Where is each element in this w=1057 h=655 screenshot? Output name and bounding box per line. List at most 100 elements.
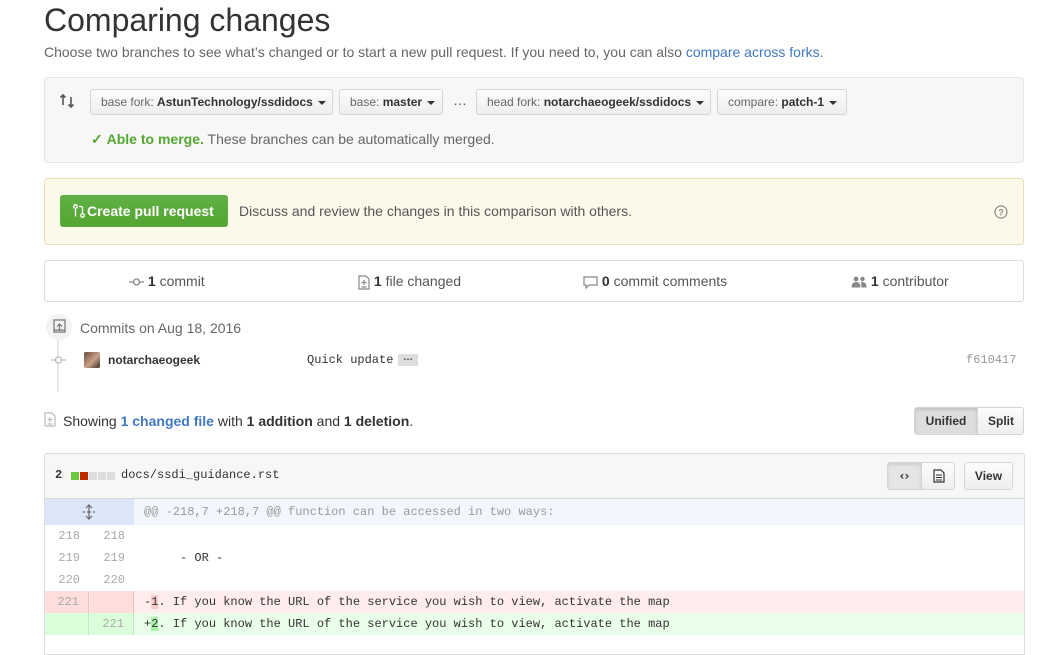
- author-avatar[interactable]: [84, 352, 100, 368]
- commit-row: notarchaeogeek Quick update … f610417: [0, 348, 1057, 372]
- diff-line: 218 218: [45, 525, 1024, 547]
- contributors-count: 1: [870, 273, 879, 289]
- old-line-number[interactable]: [45, 613, 89, 635]
- chevron-down-icon: [829, 100, 838, 105]
- file-diff-icon: [44, 412, 56, 427]
- diff-summary: Showing 1 changed file with 1 addition a…: [63, 413, 413, 429]
- diff-summary-and: and: [316, 413, 341, 429]
- repo-push-icon: [53, 319, 66, 333]
- head-fork-label: head fork:: [487, 95, 541, 109]
- merge-status: ✓ Able to merge. These branches can be a…: [91, 131, 495, 148]
- new-line-number[interactable]: 218: [90, 525, 134, 547]
- files-count: 1: [373, 273, 382, 289]
- base-branch-select[interactable]: base: master: [339, 89, 443, 115]
- diff-line-text: +2. If you know the URL of the service y…: [134, 613, 670, 635]
- create-pr-box: Create pull request Discuss and review t…: [44, 178, 1024, 245]
- commit-message[interactable]: Quick update: [307, 353, 393, 367]
- diff-summary-end: .: [409, 413, 414, 429]
- unfold-icon: [83, 504, 95, 520]
- file-text-icon: [933, 469, 945, 483]
- new-line-number[interactable]: 220: [90, 569, 134, 591]
- chevron-down-icon: [317, 100, 326, 105]
- rich-view-button[interactable]: [921, 462, 955, 490]
- base-fork-label: base fork:: [101, 95, 154, 109]
- files-summary[interactable]: 1 file changed: [358, 261, 461, 301]
- compare-value: patch-1: [781, 95, 825, 109]
- compare-branch-select[interactable]: compare: patch-1: [717, 89, 847, 115]
- contributors-summary[interactable]: 1 contributor: [851, 261, 949, 301]
- subtitle-end: .: [819, 44, 824, 60]
- diff-line-content: . If you know the URL of the service you…: [158, 617, 670, 631]
- code-icon: ‹›: [899, 469, 910, 483]
- chevron-down-icon: [696, 100, 705, 105]
- new-line-number[interactable]: 219: [90, 547, 134, 569]
- new-line-number[interactable]: [90, 591, 134, 613]
- commit-icon: [51, 356, 66, 364]
- diff-line: 220 220: [45, 569, 1024, 591]
- commit-sha[interactable]: f610417: [966, 353, 1016, 367]
- hunk-header-row: @@ -218,7 +218,7 @@ function can be acce…: [45, 499, 1024, 525]
- comments-count: 0: [601, 273, 610, 289]
- base-fork-value: AstunTechnology/ssdidocs: [157, 95, 313, 109]
- diff-line-deletion: 221 -1. If you know the URL of the servi…: [45, 591, 1024, 613]
- commit-author[interactable]: notarchaeogeek: [108, 353, 200, 367]
- file-header: 2 docs/ssdi_guidance.rst ‹› View: [45, 454, 1024, 499]
- hunk-header-text: @@ -218,7 +218,7 @@ function can be acce…: [144, 505, 555, 519]
- new-line-number[interactable]: 221: [90, 613, 134, 635]
- files-label: file changed: [385, 273, 462, 289]
- chevron-down-icon: [427, 100, 436, 105]
- old-line-number[interactable]: 221: [45, 591, 89, 613]
- commits-date-badge: [46, 314, 72, 340]
- diff-view-toggle: Unified Split: [914, 407, 1024, 435]
- changed-files-link[interactable]: 1 changed file: [121, 413, 214, 429]
- old-line-number[interactable]: 218: [45, 525, 89, 547]
- commit-expand-button[interactable]: …: [398, 353, 418, 366]
- comment-icon: [583, 276, 598, 290]
- page-subtitle: Choose two branches to see what’s change…: [44, 44, 824, 60]
- create-pull-request-label: Create pull request: [87, 203, 214, 219]
- unified-view-button[interactable]: Unified: [915, 408, 977, 434]
- split-view-button[interactable]: Split: [977, 408, 1023, 434]
- diff-line: 219 219 - OR -: [45, 547, 1024, 569]
- check-icon: ✓: [91, 131, 103, 147]
- old-line-number[interactable]: 220: [45, 569, 89, 591]
- file-path[interactable]: docs/ssdi_guidance.rst: [121, 468, 279, 482]
- compare-across-forks-link[interactable]: compare across forks: [686, 44, 820, 60]
- commits-summary[interactable]: 1 commit: [129, 261, 205, 301]
- old-line-number[interactable]: 219: [45, 547, 89, 569]
- file-diff-icon: [358, 275, 370, 290]
- commits-count: 1: [147, 273, 156, 289]
- diff-summary-showing: Showing: [63, 413, 117, 429]
- head-fork-select[interactable]: head fork: notarchaeogeek/ssdidocs: [476, 89, 711, 115]
- diff-summary-with: with: [217, 413, 243, 429]
- diff-line-addition: 221 +2. If you know the URL of the servi…: [45, 613, 1024, 635]
- question-icon[interactable]: ?: [994, 205, 1008, 219]
- base-fork-select[interactable]: base fork: AstunTechnology/ssdidocs: [90, 89, 333, 115]
- compare-arrows-icon: [59, 93, 75, 109]
- file-diff: 2 docs/ssdi_guidance.rst ‹› View @@ -218…: [44, 453, 1025, 655]
- git-pull-request-icon: [73, 204, 85, 218]
- source-view-button[interactable]: ‹›: [887, 462, 922, 490]
- page-title: Comparing changes: [44, 2, 331, 38]
- comments-label: commit comments: [613, 273, 728, 289]
- range-ellipsis: …: [453, 92, 467, 108]
- merge-status-text: These branches can be automatically merg…: [207, 131, 495, 147]
- view-file-button[interactable]: View: [964, 462, 1013, 490]
- additions-count: 1 addition: [246, 413, 313, 429]
- base-label: base:: [350, 95, 380, 109]
- contributors-label: contributor: [882, 273, 949, 289]
- compare-label: compare:: [728, 95, 779, 109]
- comments-summary[interactable]: 0 commit comments: [583, 261, 727, 301]
- svg-text:?: ?: [998, 208, 1004, 218]
- diff-line-content: . If you know the URL of the service you…: [158, 595, 670, 609]
- head-fork-value: notarchaeogeek/ssdidocs: [543, 95, 692, 109]
- commit-icon: [129, 278, 144, 286]
- range-editor: base fork: AstunTechnology/ssdidocs base…: [44, 77, 1024, 163]
- numbers-summary: 1 commit 1 file changed 0 commit comment…: [44, 260, 1024, 302]
- base-value: master: [382, 95, 423, 109]
- subtitle-text: Choose two branches to see what’s change…: [44, 44, 682, 60]
- merge-status-label: Able to merge.: [106, 131, 204, 147]
- create-pull-request-button[interactable]: Create pull request: [60, 195, 228, 227]
- expand-gutter[interactable]: [45, 499, 134, 525]
- create-pr-description: Discuss and review the changes in this c…: [239, 203, 632, 219]
